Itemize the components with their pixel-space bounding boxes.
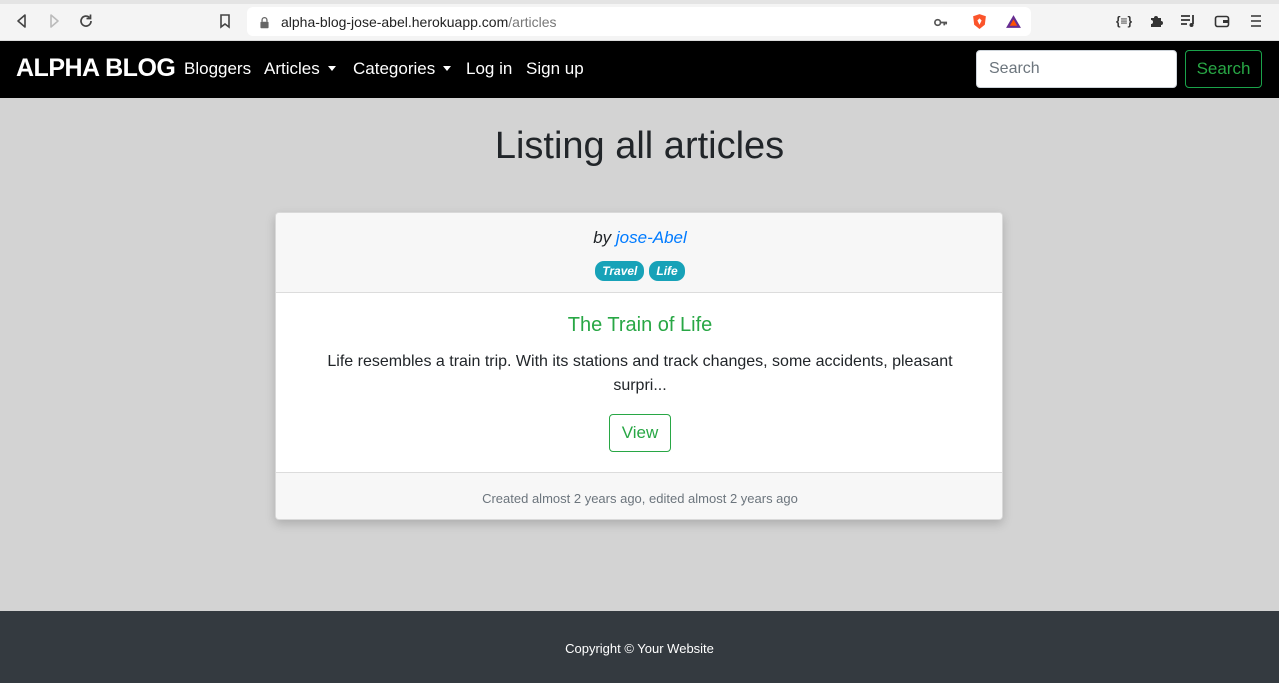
article-timestamps: Created almost 2 years ago, edited almos… — [482, 491, 798, 506]
nav-dropdown-articles-label: Articles — [264, 59, 320, 78]
article-byline: by jose-Abel — [276, 228, 1002, 248]
caret-down-icon — [327, 66, 336, 71]
search-button[interactable]: Search — [1185, 50, 1262, 88]
menu-icon[interactable] — [1246, 11, 1266, 31]
article-excerpt: Life resembles a train trip. With its st… — [327, 353, 953, 394]
browser-toolbar: alpha-blog-jose-abel.herokuapp.com/artic… — [0, 0, 1279, 41]
nav-dropdown-articles[interactable]: Articles — [264, 59, 336, 79]
playlist-icon[interactable] — [1178, 11, 1198, 31]
nav-link-login[interactable]: Log in — [466, 59, 512, 79]
brave-rewards-icon[interactable] — [1003, 11, 1023, 31]
bookmark-icon[interactable] — [215, 11, 235, 31]
forward-icon[interactable] — [44, 11, 64, 31]
nav-dropdown-categories[interactable]: Categories — [353, 59, 452, 79]
lock-icon — [255, 13, 273, 31]
key-icon[interactable] — [931, 13, 949, 31]
author-link[interactable]: jose-Abel — [616, 228, 687, 247]
wallet-icon[interactable] — [1212, 11, 1232, 31]
site-navbar: ALPHA BLOG Bloggers Articles Categories … — [0, 41, 1279, 98]
byline-prefix: by — [593, 228, 612, 247]
site-footer: Copyright © Your Website — [0, 611, 1279, 683]
caret-down-icon — [443, 66, 452, 71]
brave-shield-icon[interactable] — [969, 11, 989, 31]
article-card-header: by jose-Abel Travel Life — [276, 213, 1002, 293]
category-badges: Travel Life — [276, 261, 1002, 281]
category-badge-travel[interactable]: Travel — [595, 261, 645, 281]
address-bar[interactable]: alpha-blog-jose-abel.herokuapp.com/artic… — [247, 7, 1031, 36]
search-input[interactable] — [976, 50, 1177, 88]
article-card-footer: Created almost 2 years ago, edited almos… — [276, 472, 1002, 519]
reload-icon[interactable] — [76, 11, 96, 31]
article-card: by jose-Abel Travel Life The Train of Li… — [275, 212, 1003, 520]
back-icon[interactable] — [12, 11, 32, 31]
nav-link-bloggers[interactable]: Bloggers — [184, 59, 251, 79]
copyright-text: Copyright © Your Website — [565, 641, 714, 656]
view-article-button[interactable]: View — [609, 414, 671, 452]
article-title[interactable]: The Train of Life — [276, 314, 1002, 337]
page-title: Listing all articles — [494, 125, 785, 167]
brand-logo[interactable]: ALPHA BLOG — [16, 54, 176, 83]
nav-dropdown-categories-label: Categories — [353, 59, 436, 78]
category-badge-life[interactable]: Life — [649, 261, 685, 281]
tab-strip — [0, 0, 1279, 4]
json-extension-icon[interactable]: {≡} — [1114, 11, 1134, 31]
nav-link-signup[interactable]: Sign up — [526, 59, 584, 79]
url-text: alpha-blog-jose-abel.herokuapp.com/artic… — [281, 14, 557, 30]
extensions-puzzle-icon[interactable] — [1146, 11, 1166, 31]
